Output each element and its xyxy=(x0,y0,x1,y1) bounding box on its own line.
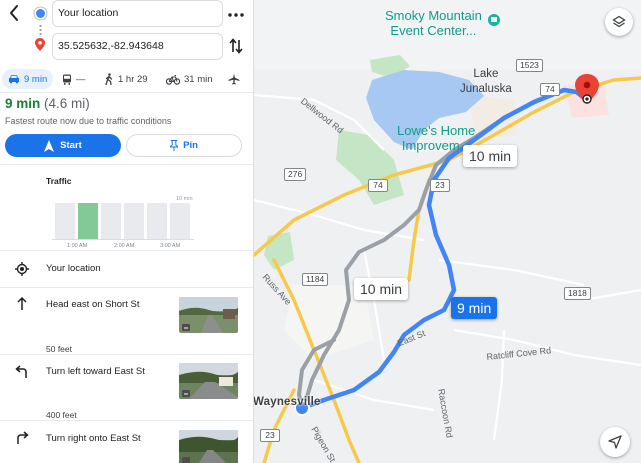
turn-left-icon xyxy=(15,365,27,378)
start-button[interactable]: Start xyxy=(5,134,121,157)
lake-label: Lake Junaluska xyxy=(460,68,512,95)
back-arrow-icon xyxy=(10,5,18,21)
mode-transit-tab[interactable]: — xyxy=(62,69,86,89)
traffic-tick-label: 1:00 AM xyxy=(67,243,88,249)
start-label: Start xyxy=(60,140,82,151)
street-view-thumbnail[interactable] xyxy=(179,363,238,399)
route-shield: 23 xyxy=(260,429,280,442)
mode-drive-label: 9 min xyxy=(24,73,48,85)
mode-transit-label: — xyxy=(76,73,86,85)
route-time: 9 min xyxy=(5,96,41,111)
pin-label: Pin xyxy=(183,140,198,151)
traffic-bar-current xyxy=(78,203,98,239)
more-options-button[interactable] xyxy=(226,3,246,23)
route-shield: 74 xyxy=(540,83,560,96)
mode-walk-tab[interactable]: 1 hr 29 xyxy=(104,69,148,89)
traffic-title: Traffic xyxy=(46,176,72,186)
traffic-bar xyxy=(124,203,144,239)
route-distance: (4.6 mi) xyxy=(44,96,90,111)
main-route-time-callout[interactable]: 9 min xyxy=(451,297,498,319)
swap-vert-icon xyxy=(229,38,243,54)
pin-button[interactable]: Pin xyxy=(126,134,242,157)
poi-label[interactable]: Smoky Mountain Event Center... xyxy=(385,8,482,38)
travel-mode-bar: 9 min — 1 hr 29 31 min xyxy=(0,66,253,92)
arrow-up-icon xyxy=(17,296,27,310)
traffic-bar xyxy=(170,203,190,239)
mode-walk-label: 1 hr 29 xyxy=(118,73,148,85)
mode-flight-tab[interactable] xyxy=(228,69,240,89)
route-shield: 74 xyxy=(368,179,388,192)
directions-panel: Your location 35.525632,-82.943648 9 min… xyxy=(0,0,254,463)
town-label: Waynesville xyxy=(254,396,321,408)
mode-bike-tab[interactable]: 31 min xyxy=(166,69,213,89)
my-location-icon xyxy=(15,262,29,276)
traffic-tick-label: 2:00 AM xyxy=(114,243,135,249)
mode-bike-label: 31 min xyxy=(184,73,213,85)
route-shield: 1818 xyxy=(564,287,591,300)
route-dots-icon xyxy=(39,24,42,36)
street-view-image xyxy=(179,430,238,463)
destination-input[interactable]: 35.525632,-82.943648 xyxy=(52,33,223,60)
bar-cap-label: 10 min xyxy=(176,196,193,202)
walk-icon xyxy=(105,73,113,85)
mode-drive-tab[interactable]: 9 min xyxy=(2,69,54,89)
alt-route-time-callout[interactable]: 10 min xyxy=(354,278,409,300)
navigation-icon xyxy=(608,435,622,449)
flight-icon xyxy=(228,73,240,85)
recenter-button[interactable] xyxy=(600,427,630,457)
pin-icon xyxy=(170,140,179,151)
traffic-bar xyxy=(55,203,75,239)
map-canvas[interactable] xyxy=(254,0,641,463)
navigation-arrow-icon xyxy=(44,139,55,152)
more-horiz-icon xyxy=(228,13,244,17)
layers-button[interactable] xyxy=(605,8,633,36)
back-button[interactable] xyxy=(6,3,24,23)
step-text: Turn left toward East St xyxy=(46,366,145,377)
layers-icon xyxy=(612,15,626,28)
route-shield: 276 xyxy=(284,168,307,181)
origin-dot-icon xyxy=(36,9,45,18)
route-shield: 1523 xyxy=(516,59,543,72)
traffic-bar xyxy=(101,203,121,239)
step-row[interactable]: Your location xyxy=(0,251,253,287)
traffic-tick-label: 3:00 AM xyxy=(160,243,181,249)
step-row[interactable]: Turn right onto East St xyxy=(0,421,253,463)
chart-baseline xyxy=(52,239,194,240)
divider xyxy=(0,92,253,93)
route-note: Fastest route now due to traffic conditi… xyxy=(5,116,172,126)
step-distance: 400 feet xyxy=(46,410,77,420)
route-summary: 9 min (4.6 mi) xyxy=(5,96,90,111)
route-shield: 1184 xyxy=(302,273,329,286)
step-row[interactable]: Turn left toward East St 400 feet xyxy=(0,355,253,420)
step-text: Your location xyxy=(46,263,101,274)
destination-pin-icon xyxy=(35,38,45,51)
transit-icon xyxy=(63,74,71,85)
origin-input[interactable]: Your location xyxy=(52,0,223,27)
street-view-image xyxy=(179,297,238,333)
alt-route-time-callout[interactable]: 10 min xyxy=(463,145,518,167)
poi-marker xyxy=(488,14,500,26)
street-view-thumbnail[interactable] xyxy=(179,430,238,463)
traffic-chart: 10 min xyxy=(52,196,194,244)
swap-button[interactable] xyxy=(228,37,244,55)
step-row[interactable]: Head east on Short St 50 feet xyxy=(0,288,253,354)
map-view[interactable]: Smoky Mountain Event Center... Lake Juna… xyxy=(254,0,641,463)
turn-right-icon xyxy=(17,431,29,444)
street-view-image xyxy=(179,363,238,399)
step-text: Turn right onto East St xyxy=(46,433,141,444)
step-distance: 50 feet xyxy=(46,344,72,354)
divider xyxy=(0,164,253,165)
step-text: Head east on Short St xyxy=(46,299,140,310)
traffic-bar xyxy=(147,203,167,239)
route-shield: 23 xyxy=(430,179,450,192)
car-icon xyxy=(9,75,19,84)
street-view-thumbnail[interactable] xyxy=(179,297,238,333)
bike-icon xyxy=(166,74,180,85)
